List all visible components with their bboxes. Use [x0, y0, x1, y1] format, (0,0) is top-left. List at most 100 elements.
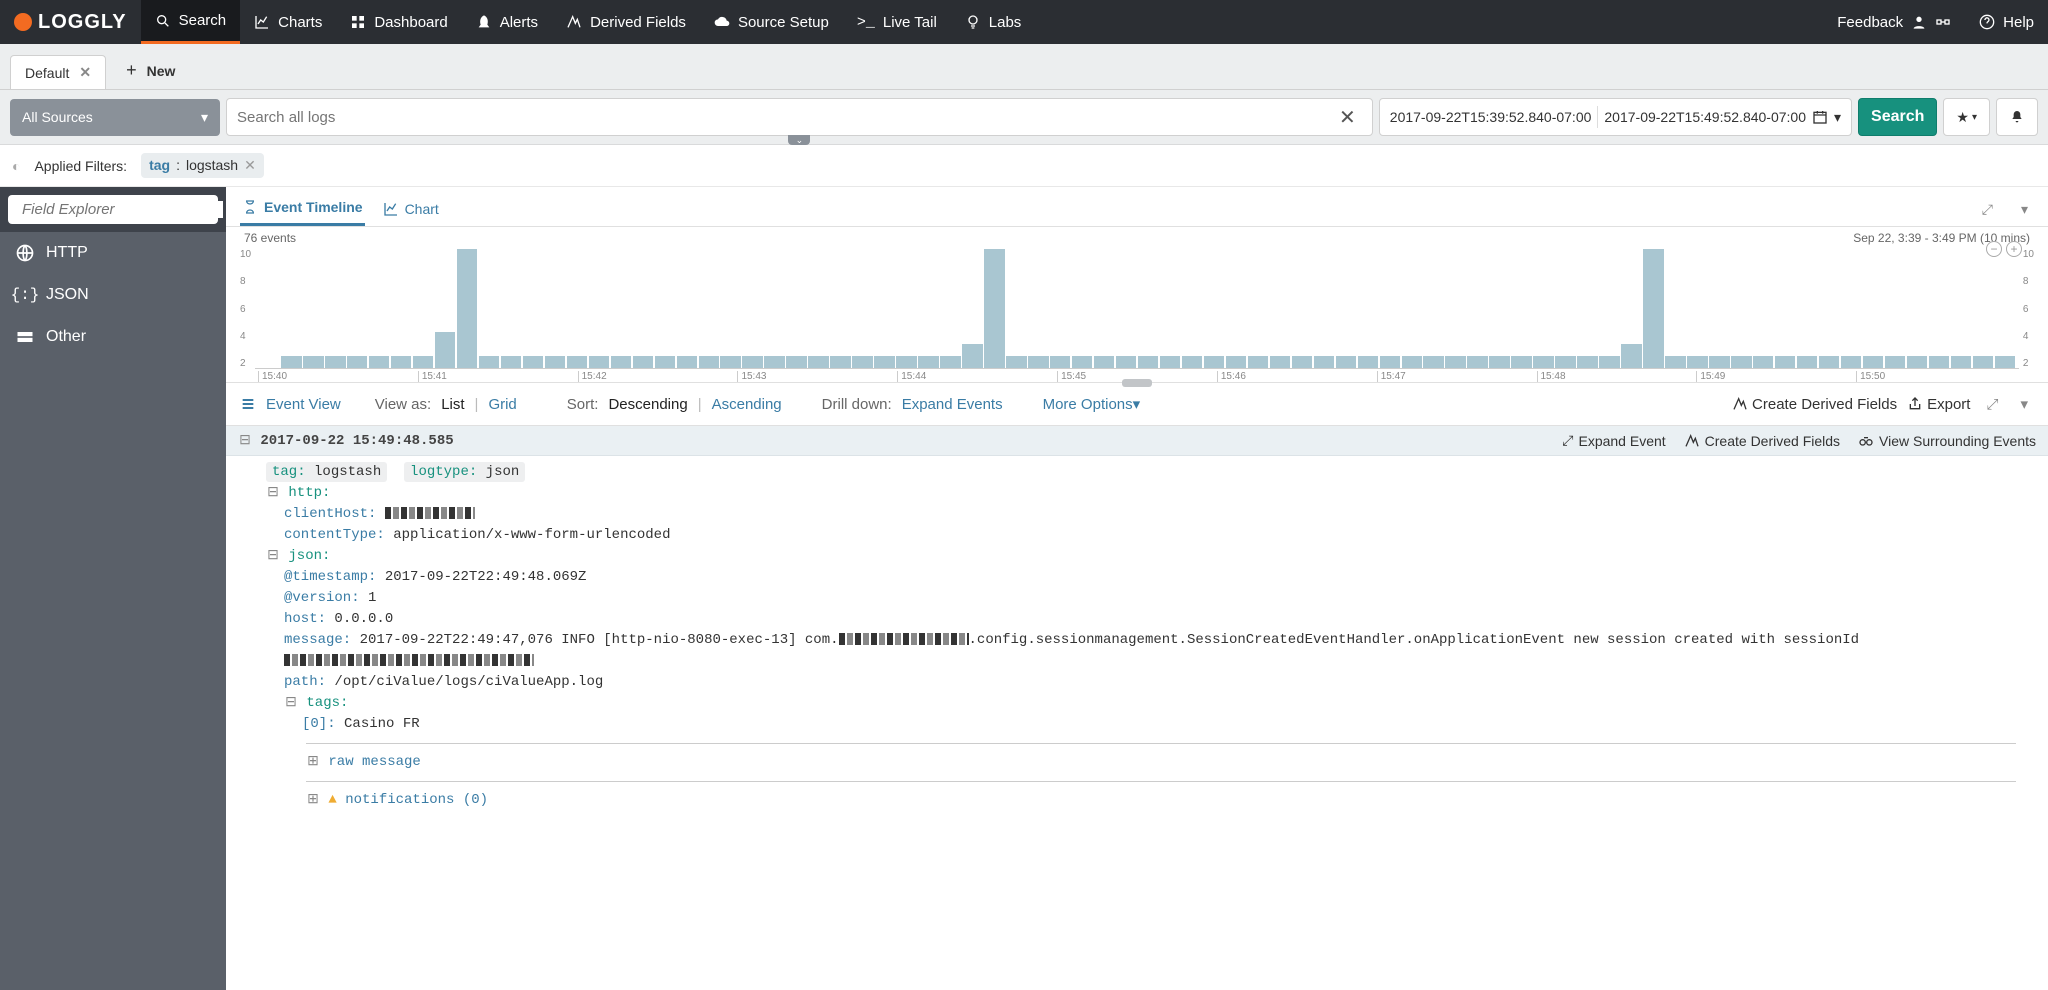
chart-bar[interactable] [633, 356, 653, 368]
chart-bar[interactable] [1731, 356, 1751, 368]
nav-derived[interactable]: Derived Fields [552, 0, 700, 44]
nav-livetail[interactable]: >_ Live Tail [843, 0, 951, 44]
chart-bar[interactable] [1050, 356, 1070, 368]
sources-dropdown[interactable]: All Sources ▾ [10, 99, 220, 136]
chart-bar[interactable] [281, 356, 301, 368]
sidebar-item-other[interactable]: Other [0, 316, 226, 358]
chart-bar[interactable] [1973, 356, 1993, 368]
chart-bar[interactable] [1314, 356, 1334, 368]
field-explorer-input[interactable] [22, 201, 223, 218]
chart-bar[interactable] [786, 356, 806, 368]
chart-bar[interactable] [1555, 356, 1575, 368]
chart-bar[interactable] [1292, 356, 1312, 368]
chart-bar[interactable] [435, 332, 455, 368]
chart-bar[interactable] [303, 356, 323, 368]
chart-bar[interactable] [545, 356, 565, 368]
chart-bar[interactable] [347, 356, 367, 368]
chart-bar[interactable] [1445, 356, 1465, 368]
chart-bar[interactable] [1863, 356, 1883, 368]
chart-bar[interactable] [808, 356, 828, 368]
chart-bar[interactable] [391, 356, 411, 368]
chart-bar[interactable] [896, 356, 916, 368]
search-input[interactable] [237, 109, 1333, 126]
nav-dashboard[interactable]: Dashboard [336, 0, 461, 44]
chart-bar[interactable] [1995, 356, 2015, 368]
chart-bar[interactable] [1248, 356, 1268, 368]
view-surrounding-btn[interactable]: View Surrounding Events [1858, 432, 2036, 449]
export-link[interactable]: Export [1907, 396, 1970, 413]
zoom-out-icon[interactable]: − [1986, 241, 2002, 257]
raw-message-link[interactable]: raw message [328, 754, 420, 770]
more-options[interactable]: More Options▾ [1043, 395, 1141, 413]
notifications-button[interactable] [1996, 98, 2038, 136]
chart-bar[interactable] [1775, 356, 1795, 368]
chart-bar[interactable] [1489, 356, 1509, 368]
chart-bar[interactable] [1270, 356, 1290, 368]
fullscreen-icon[interactable]: ⤢ [1976, 197, 1999, 222]
chart-bar[interactable] [1138, 356, 1158, 368]
chart-bar[interactable] [1226, 356, 1246, 368]
chart-bar[interactable] [984, 249, 1004, 368]
chart-bar[interactable] [962, 344, 982, 368]
date-range[interactable]: 2017-09-22T15:39:52.840-07:00 2017-09-22… [1379, 98, 1852, 136]
nav-source[interactable]: Source Setup [700, 0, 843, 44]
nav-help[interactable]: Help [1965, 0, 2048, 44]
chart-bar[interactable] [1841, 356, 1861, 368]
chart-bar[interactable] [1423, 356, 1443, 368]
chart-bar[interactable] [1885, 356, 1905, 368]
chart-bar[interactable] [1951, 356, 1971, 368]
create-derived-fields-link[interactable]: Create Derived Fields [1732, 396, 1897, 413]
chart-bar[interactable] [1533, 356, 1553, 368]
chart-bar[interactable] [1467, 356, 1487, 368]
clear-search-icon[interactable]: ✕ [1333, 105, 1362, 130]
chart-bar[interactable] [699, 356, 719, 368]
expand-events-link[interactable]: Expand Events [902, 396, 1003, 413]
chart-bar[interactable] [1380, 356, 1400, 368]
chart-bar[interactable] [677, 356, 697, 368]
tab-event-timeline[interactable]: Event Timeline [240, 193, 365, 226]
filters-toggle-icon[interactable]: ◐ [12, 158, 20, 174]
chart-bar[interactable] [1204, 356, 1224, 368]
chart-bar[interactable] [1753, 356, 1773, 368]
chart-bar[interactable] [874, 356, 894, 368]
chart-bar[interactable] [1687, 356, 1707, 368]
chart-bar[interactable] [852, 356, 872, 368]
chart-bar[interactable] [589, 356, 609, 368]
notifications-link[interactable]: notifications (0) [345, 792, 488, 808]
create-derived-btn[interactable]: Create Derived Fields [1684, 432, 1840, 449]
sort-desc[interactable]: Descending [608, 396, 687, 413]
chart-bar[interactable] [1929, 356, 1949, 368]
expand-event-btn[interactable]: ⤢ Expand Event [1562, 432, 1665, 449]
sidebar-item-http[interactable]: HTTP [0, 232, 226, 274]
chart-bar[interactable] [1511, 356, 1531, 368]
chevron-down-icon[interactable]: ▾ [2014, 391, 2034, 417]
chart-bar[interactable] [567, 356, 587, 368]
chart-bar[interactable] [523, 356, 543, 368]
resize-handle-icon[interactable] [1122, 379, 1152, 387]
chart-bar[interactable] [1643, 249, 1663, 368]
remove-filter-icon[interactable]: ✕ [244, 157, 256, 174]
chart-bar[interactable] [742, 356, 762, 368]
chart-bar[interactable] [1182, 356, 1202, 368]
chart-bar[interactable] [1160, 356, 1180, 368]
chart-bar[interactable] [1709, 356, 1729, 368]
nav-alerts[interactable]: Alerts [462, 0, 552, 44]
chart-bar[interactable] [918, 356, 938, 368]
tab-chart[interactable]: Chart [381, 195, 441, 225]
sidebar-item-json[interactable]: {:} JSON [0, 274, 226, 316]
chart-bar[interactable] [1006, 356, 1026, 368]
collapse-icon[interactable]: ⊟ [266, 546, 280, 567]
chart-bar[interactable] [1621, 344, 1641, 368]
chart-bar[interactable] [720, 356, 740, 368]
chart-bar[interactable] [1336, 356, 1356, 368]
chart-bar[interactable] [501, 356, 521, 368]
search-button[interactable]: Search [1858, 98, 1937, 136]
chart-bar[interactable] [655, 356, 675, 368]
chart-bar[interactable] [940, 356, 960, 368]
chart-bar[interactable] [1797, 356, 1817, 368]
chart-bar[interactable] [1028, 356, 1048, 368]
chart-bar[interactable] [1094, 356, 1114, 368]
chart-bar[interactable] [1907, 356, 1927, 368]
close-icon[interactable]: ✕ [79, 64, 91, 81]
expand-handle-icon[interactable]: ⌄ [788, 135, 810, 145]
